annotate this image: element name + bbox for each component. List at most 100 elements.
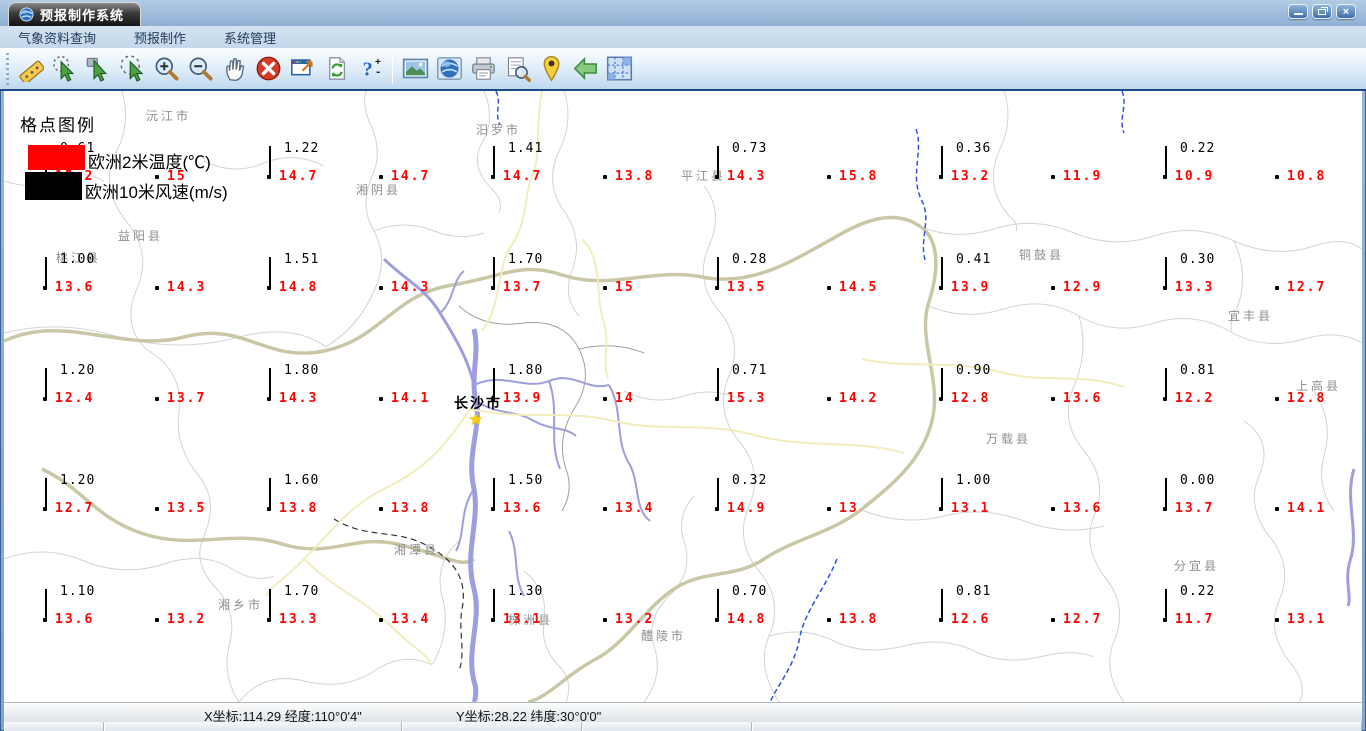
close-button[interactable]: × [1336,4,1356,19]
grid-point-dot [1275,397,1279,401]
menu-system-management[interactable]: 系统管理 [218,26,282,49]
pan-icon [225,58,244,81]
measure-tool-button[interactable] [13,51,47,87]
zoom-in-tool-button[interactable] [149,51,183,87]
wind-speed-value: 1.70 [508,252,544,267]
grid-point-dot [155,507,159,511]
refresh-doc-tool-button[interactable] [319,51,353,87]
wind-speed-value: 0.70 [732,584,768,599]
print-preview-tool-button[interactable] [500,51,534,87]
svg-text:?: ? [362,58,372,80]
grid-point-dot [603,175,607,179]
measure-icon [18,60,44,82]
grid-point-dot [155,397,159,401]
wind-barb [941,257,943,287]
grid-point-dot [379,175,383,179]
temperature-value: 13.5 [167,501,207,516]
temperature-value: 12.9 [1063,280,1103,295]
temperature-value: 14.1 [391,391,431,406]
temperature-value: 13.6 [1063,391,1103,406]
temperature-value: 13.8 [279,501,319,516]
zoom-out-tool-button[interactable] [183,51,217,87]
select-lasso-tool-button[interactable] [115,51,149,87]
menu-bar: 气象资料查询 预报制作 系统管理 [0,26,1366,48]
grid-point-dot [603,286,607,290]
wind-speed-value: 0.28 [732,252,768,267]
select-rect-tool-button[interactable] [81,51,115,87]
wind-speed-value: 0.81 [1180,363,1216,378]
pan-tool-button[interactable] [217,51,251,87]
temperature-value: 13.3 [1175,280,1215,295]
grid-point-dot [827,175,831,179]
wind-barb [493,368,495,398]
title-bar: 预报制作系统 × [0,0,1366,26]
export-window-tool-button[interactable] [285,51,319,87]
back-icon [573,57,597,80]
wind-speed-value: 0.00 [1180,473,1216,488]
grid-point-dot [1275,175,1279,179]
map-canvas[interactable]: 沅江市 汨罗市 湘阴县 平江县 益阳县 桃江县 铜鼓县 宜丰县 上高县 万载县 湘潭县 湘乡市 株洲县醴… [4,91,1362,702]
app-window: 预报制作系统 × 气象资料查询 预报制作 系统管理 ? + - 沅江市 汨罗市 湘阴县平… [0,0,1366,731]
stop-tool-button[interactable] [251,51,285,87]
wind-barb [45,146,47,176]
wind-speed-value: 0.61 [60,141,96,156]
minimize-button[interactable] [1288,4,1308,19]
wind-barb [941,368,943,398]
zoom-out-icon [189,57,213,81]
temperature-value: 13.4 [615,501,655,516]
wind-speed-value: 1.00 [60,252,96,267]
help-zoom-tool-button[interactable]: ? + - [353,51,387,87]
temperature-value: 12.7 [1287,280,1327,295]
title-tab[interactable]: 预报制作系统 [8,2,142,26]
print-icon [471,57,495,80]
grid-point-dot [1051,175,1055,179]
grid-point-dot [379,286,383,290]
temperature-value: 13.9 [503,391,543,406]
wind-speed-value: 0.73 [732,141,768,156]
status-panel [402,722,582,731]
menu-forecast-production[interactable]: 预报制作 [128,26,192,49]
back-tool-button[interactable] [568,51,602,87]
temperature-value: 13.7 [503,280,543,295]
wind-barb [717,368,719,398]
temperature-value: 14.7 [503,169,543,184]
temperature-value: 13.1 [503,612,543,627]
wind-barb [717,257,719,287]
toolbar-separator [392,53,393,84]
wind-barb [269,589,271,619]
temperature-value: 13.5 [727,280,767,295]
temperature-value: 12.7 [55,501,95,516]
temperature-value: 13.7 [167,391,207,406]
grid-points-layer: 0.61 15.2 15 1.22 14.7 14.7 1.41 14.7 13.8 0.73 14… [4,91,1362,702]
temperature-value: 14.3 [391,280,431,295]
temperature-value: 12.8 [951,391,991,406]
wind-barb [493,589,495,619]
grid-point-dot [603,507,607,511]
location-pin-tool-button[interactable] [534,51,568,87]
refresh-doc-icon [328,57,345,80]
restore-button[interactable] [1312,4,1332,19]
wind-speed-value: 0.32 [732,473,768,488]
temperature-value: 11.7 [1175,612,1215,627]
temperature-value: 13.6 [55,280,95,295]
globe-tool-button[interactable] [432,51,466,87]
print-tool-button[interactable] [466,51,500,87]
temperature-value: 14 [615,391,635,406]
help-zoom-icon: ? +- [362,57,380,80]
grid-point-dot [1275,286,1279,290]
wind-speed-value: 0.36 [956,141,992,156]
wind-barb [269,478,271,508]
menu-weather-data-query[interactable]: 气象资料查询 [12,26,102,49]
temperature-value: 12.7 [1063,612,1103,627]
window-controls: × [1288,4,1356,19]
select-point-tool-button[interactable] [47,51,81,87]
wind-barb [269,257,271,287]
grid-point-dot [379,618,383,622]
temperature-value: 14.7 [279,169,319,184]
status-panel [104,722,402,731]
temperature-value: 15 [615,280,635,295]
picture-tool-button[interactable] [398,51,432,87]
grid-select-tool-button[interactable] [602,51,636,87]
temperature-value: 14.9 [727,501,767,516]
wind-barb [1165,589,1167,619]
